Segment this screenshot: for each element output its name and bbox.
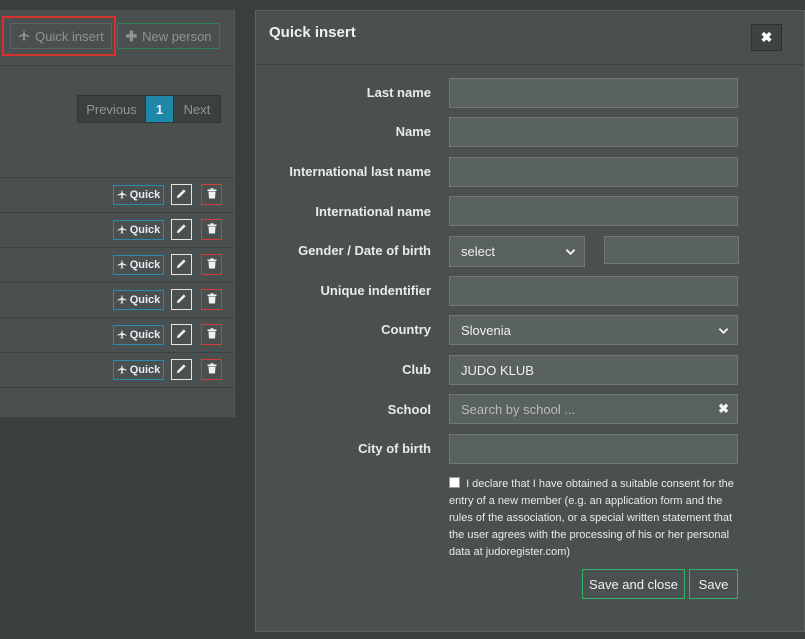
city-of-birth-label: City of birth [358, 441, 431, 456]
toolbar-divider [0, 65, 234, 66]
row-delete-button[interactable] [201, 324, 222, 345]
plane-icon [117, 293, 127, 307]
row-edit-button[interactable] [171, 289, 192, 310]
gender-dob-label: Gender / Date of birth [298, 243, 431, 258]
chevron-down-icon [718, 324, 729, 339]
row-quick-button[interactable]: Quick [113, 220, 164, 240]
club-label: Club [402, 362, 431, 377]
row-delete-button[interactable] [201, 254, 222, 275]
row-quick-label: Quick [129, 364, 161, 376]
save-button[interactable]: Save [689, 569, 738, 599]
school-search-placeholder: Search by school ... [461, 401, 576, 417]
table-row: Quick [0, 353, 234, 388]
row-delete-button[interactable] [201, 359, 222, 380]
row-delete-button[interactable] [201, 219, 222, 240]
school-search-input[interactable]: Search by school ... ✖ [449, 394, 738, 424]
times-icon: ✖ [760, 29, 773, 45]
gender-select-value: select [461, 244, 495, 259]
row-quick-label: Quick [129, 189, 161, 201]
trash-icon [207, 327, 217, 342]
pagination-next[interactable]: Next [173, 96, 220, 122]
date-of-birth-input[interactable] [604, 236, 739, 264]
plane-icon [117, 223, 127, 237]
country-select[interactable]: Slovenia [449, 315, 738, 345]
table-row: Quick [0, 213, 234, 248]
country-select-value: Slovenia [461, 322, 511, 338]
club-input[interactable]: JUDO KLUB [449, 355, 738, 385]
new-person-label: New person [142, 28, 212, 44]
row-edit-button[interactable] [171, 219, 192, 240]
save-and-close-button[interactable]: Save and close [582, 569, 685, 599]
row-edit-button[interactable] [171, 324, 192, 345]
consent-declaration: I declare that I have obtained a suitabl… [449, 476, 744, 561]
row-quick-button[interactable]: Quick [113, 325, 164, 345]
row-quick-label: Quick [129, 224, 161, 236]
new-person-button[interactable]: ✚ New person [117, 23, 220, 49]
modal-header-divider [256, 64, 804, 65]
city-of-birth-input[interactable] [449, 434, 738, 464]
plane-icon [117, 363, 127, 377]
consent-text: I declare that I have obtained a suitabl… [449, 478, 734, 558]
pencil-icon [176, 292, 187, 307]
row-edit-button[interactable] [171, 184, 192, 205]
quick-insert-modal: Quick insert ✖ Last name Name Internatio… [255, 10, 805, 632]
school-label: School [387, 402, 431, 417]
trash-icon [207, 187, 217, 202]
close-button[interactable]: ✖ [751, 24, 782, 51]
intl-last-name-input[interactable] [449, 157, 738, 187]
name-label: Name [395, 124, 431, 139]
pencil-icon [176, 187, 187, 202]
pencil-icon [176, 257, 187, 272]
row-quick-button[interactable]: Quick [113, 360, 164, 380]
modal-title: Quick insert [269, 24, 356, 41]
plus-icon: ✚ [125, 27, 138, 44]
pagination-page-current[interactable]: 1 [146, 96, 173, 122]
row-delete-button[interactable] [201, 184, 222, 205]
plane-icon [117, 258, 127, 272]
row-quick-button[interactable]: Quick [113, 290, 164, 310]
row-edit-button[interactable] [171, 254, 192, 275]
intl-name-label: International name [315, 204, 431, 219]
pencil-icon [176, 362, 187, 377]
table-row: Quick [0, 248, 234, 283]
table-row: Quick [0, 318, 234, 353]
intl-name-input[interactable] [449, 196, 738, 226]
row-delete-button[interactable] [201, 289, 222, 310]
row-quick-button[interactable]: Quick [113, 255, 164, 275]
person-list-panel: Quick insert ✚ New person Previous 1 Nex… [0, 10, 235, 417]
unique-identifier-label: Unique indentifier [320, 283, 432, 298]
name-input[interactable] [449, 117, 738, 147]
row-edit-button[interactable] [171, 359, 192, 380]
trash-icon [207, 362, 217, 377]
table-row: Quick [0, 283, 234, 318]
intl-last-name-label: International last name [289, 164, 431, 179]
plane-icon [117, 188, 127, 202]
trash-icon [207, 292, 217, 307]
unique-identifier-input[interactable] [449, 276, 738, 306]
chevron-down-icon [565, 245, 576, 260]
country-label: Country [381, 322, 431, 337]
last-name-label: Last name [366, 85, 431, 100]
highlight-annotation [2, 16, 116, 56]
row-quick-label: Quick [129, 294, 161, 306]
trash-icon [207, 222, 217, 237]
pencil-icon [176, 222, 187, 237]
last-name-input[interactable] [449, 78, 738, 108]
pencil-icon [176, 327, 187, 342]
trash-icon [207, 257, 217, 272]
row-quick-label: Quick [129, 259, 161, 271]
pagination: Previous 1 Next [77, 95, 221, 123]
gender-select[interactable]: select [449, 236, 585, 267]
row-quick-button[interactable]: Quick [113, 185, 164, 205]
plane-icon [117, 328, 127, 342]
clear-icon[interactable]: ✖ [718, 401, 729, 417]
table-row: Quick [0, 178, 234, 213]
pagination-previous[interactable]: Previous [78, 96, 146, 122]
row-quick-label: Quick [129, 329, 161, 341]
consent-checkbox[interactable] [449, 477, 460, 488]
